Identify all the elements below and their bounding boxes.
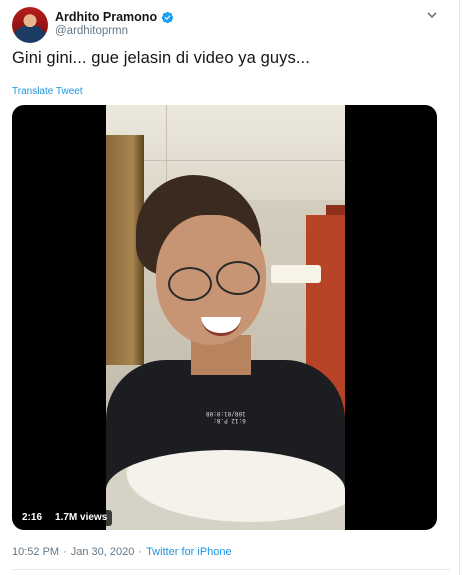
tweet-source-link[interactable]: Twitter for iPhone: [146, 546, 232, 558]
divider: [12, 569, 450, 570]
video-frame[interactable]: 6:12 P.8: 108/01:0:08: [106, 105, 345, 530]
video-light: [271, 265, 321, 283]
video-stats: 2:16 1.7M views: [17, 510, 113, 526]
tweet-time[interactable]: 10:52 PM: [12, 546, 59, 558]
tweet-meta: 10:52 PM · Jan 30, 2020 · Twitter for iP…: [12, 546, 232, 558]
video-duration-badge: 2:16: [17, 510, 48, 526]
tweet-card: Ardhito Pramono @ardhitoprmn Gini gini..…: [0, 0, 460, 575]
video-foreground-fan: [106, 450, 345, 530]
author-display-name[interactable]: Ardhito Pramono: [55, 10, 157, 24]
verified-badge-icon: [161, 11, 174, 24]
chevron-down-icon[interactable]: [424, 7, 440, 23]
author-avatar[interactable]: [12, 7, 48, 43]
author-name-row[interactable]: Ardhito Pramono: [55, 9, 174, 25]
video-person-glasses: [216, 261, 260, 295]
video-views-badge: 1.7M views: [50, 510, 113, 526]
translate-tweet-link[interactable]: Translate Tweet: [12, 86, 83, 97]
video-person-glasses: [168, 267, 212, 301]
tweet-date[interactable]: Jan 30, 2020: [71, 546, 135, 558]
shirt-print-text: 6:12 P.8: 108/01:0:08: [206, 410, 246, 424]
tweet-text: Gini gini... gue jelasin di video ya guy…: [12, 49, 310, 67]
video-player[interactable]: 6:12 P.8: 108/01:0:08 2:16 1.7M views: [12, 105, 437, 530]
meta-separator: ·: [138, 546, 143, 558]
meta-separator: ·: [63, 546, 67, 558]
author-handle[interactable]: @ardhitoprmn: [55, 25, 128, 37]
